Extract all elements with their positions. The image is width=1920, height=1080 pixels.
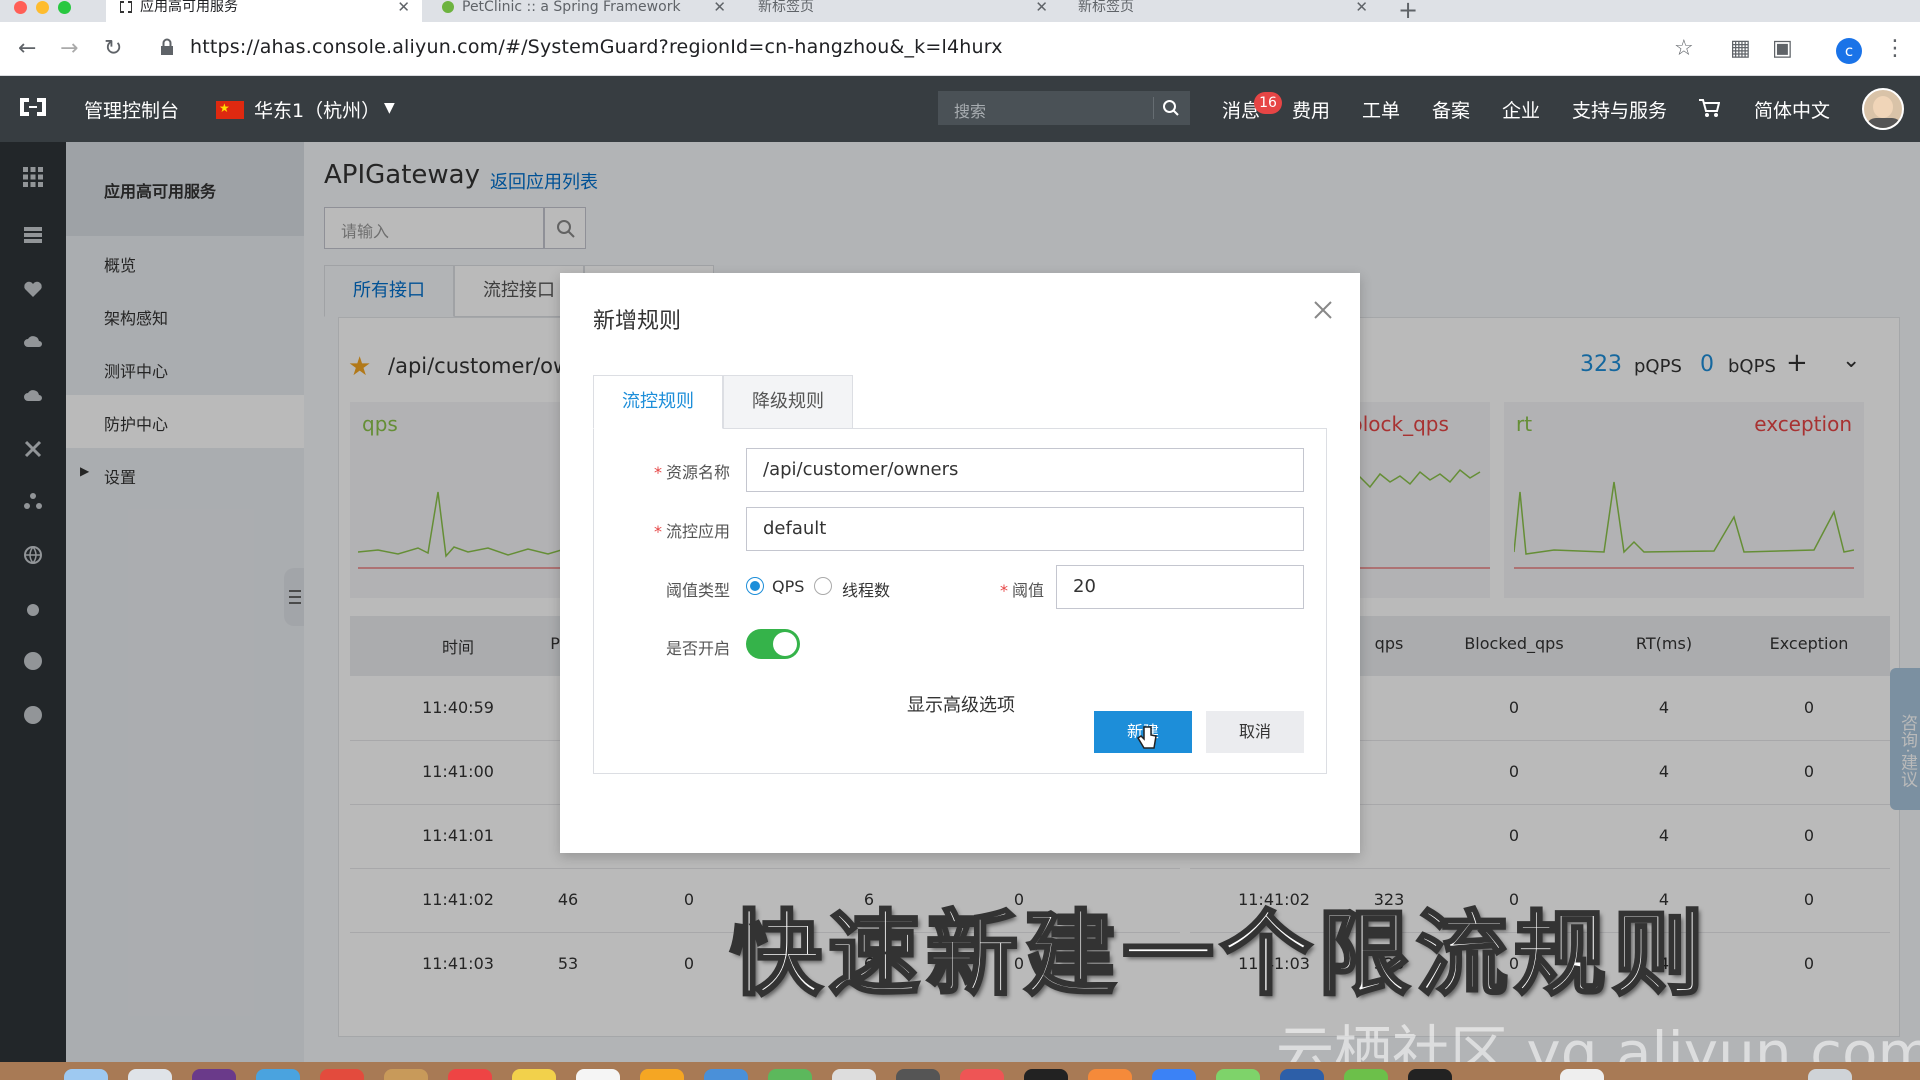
dock-app-icon[interactable]: [256, 1069, 300, 1080]
dock-app-icon[interactable]: [896, 1069, 940, 1080]
nav-billing[interactable]: 费用: [1292, 96, 1330, 123]
cancel-button[interactable]: 取消: [1206, 711, 1304, 753]
dock-app-icon[interactable]: [448, 1069, 492, 1080]
close-tab-icon[interactable]: ✕: [1355, 0, 1368, 15]
dock-app-icon[interactable]: [320, 1069, 364, 1080]
dock-app-icon[interactable]: [1088, 1069, 1132, 1080]
dock-app-icon[interactable]: [1344, 1069, 1388, 1080]
label-text: 阈值: [1011, 581, 1044, 600]
close-tab-icon[interactable]: ✕: [713, 0, 726, 15]
browser-tab-title: 新标签页: [758, 0, 814, 15]
dock-app-icon[interactable]: [384, 1069, 428, 1080]
aliyun-favicon-icon: [120, 1, 132, 13]
new-tab-button[interactable]: +: [1398, 0, 1418, 24]
dock-app-icon[interactable]: [128, 1069, 172, 1080]
message-count-badge: 16: [1254, 92, 1282, 114]
resource-name-input[interactable]: /api/customer/owners: [746, 448, 1304, 492]
tab-degrade-rule[interactable]: 降级规则: [723, 375, 853, 429]
macos-dock: [0, 1062, 1920, 1080]
threshold-input[interactable]: 20: [1056, 565, 1304, 609]
window-minimize-button[interactable]: [36, 1, 49, 14]
language-selector[interactable]: 简体中文: [1754, 96, 1830, 123]
enabled-label: 是否开启: [665, 639, 730, 658]
china-flag-icon: ★: [216, 101, 244, 119]
bookmark-star-icon[interactable]: ☆: [1674, 36, 1694, 61]
browser-tab-title: PetClinic :: a Spring Framework: [462, 0, 681, 15]
radio-thread-count[interactable]: [814, 577, 832, 595]
console-search-input[interactable]: 搜索: [938, 91, 1190, 125]
extensions-icon[interactable]: ▦: [1730, 36, 1751, 61]
extension-square-icon[interactable]: ▣: [1772, 36, 1793, 61]
console-top-bar: 管理控制台 ★ 华东1（杭州） ▼ 搜索 消息 费用 工单 备案 企业 支持与服…: [0, 76, 1920, 142]
dock-app-icon[interactable]: [704, 1069, 748, 1080]
browser-tab-title: 新标签页: [1078, 0, 1134, 15]
close-tab-icon[interactable]: ✕: [397, 0, 410, 15]
dock-app-icon[interactable]: [640, 1069, 684, 1080]
dialog-title: 新增规则: [593, 309, 682, 334]
chevron-down-icon[interactable]: ▼: [384, 100, 395, 116]
forward-icon[interactable]: →: [60, 36, 78, 61]
menu-kebab-icon[interactable]: ⋮: [1884, 36, 1906, 61]
dock-app-icon[interactable]: [768, 1069, 812, 1080]
url-field[interactable]: https://ahas.console.aliyun.com/#/System…: [190, 36, 1003, 58]
radio-qps-label: QPS: [772, 577, 805, 596]
browser-tab-title: 应用高可用服务: [140, 0, 238, 15]
browser-tab-2[interactable]: PetClinic :: a Spring Framework ✕: [428, 0, 738, 22]
close-icon[interactable]: [1308, 295, 1338, 325]
dock-app-icon[interactable]: [1280, 1069, 1324, 1080]
search-placeholder: 搜索: [954, 102, 987, 121]
close-tab-icon[interactable]: ✕: [1035, 0, 1048, 15]
dock-app-icon[interactable]: [1152, 1069, 1196, 1080]
reload-icon[interactable]: ↻: [104, 36, 122, 61]
cart-icon[interactable]: [1698, 98, 1720, 118]
profile-avatar[interactable]: c: [1836, 38, 1862, 64]
dock-app-icon[interactable]: [960, 1069, 1004, 1080]
resource-name-label: * 资源名称: [653, 463, 730, 482]
dock-app-icon[interactable]: [512, 1069, 556, 1080]
search-icon[interactable]: [1162, 99, 1180, 117]
flow-app-input[interactable]: default: [746, 507, 1304, 551]
threshold-label: * 阈值: [999, 581, 1044, 600]
dock-app-icon[interactable]: [576, 1069, 620, 1080]
hand-cursor-icon: [1136, 726, 1157, 749]
aliyun-logo-icon[interactable]: [18, 96, 48, 118]
console-home-link[interactable]: 管理控制台: [84, 96, 179, 123]
dock-app-icon[interactable]: [1024, 1069, 1068, 1080]
threshold-type-label: 阈值类型: [665, 581, 730, 600]
label-text: 资源名称: [665, 463, 730, 482]
nav-enterprise[interactable]: 企业: [1502, 96, 1540, 123]
nav-icp[interactable]: 备案: [1432, 96, 1470, 123]
window-zoom-button[interactable]: [58, 1, 71, 14]
dock-trash-icon[interactable]: [1808, 1069, 1852, 1080]
flow-rule-form: * 资源名称 /api/customer/owners * 流控应用 default…: [593, 428, 1327, 774]
radio-thread-count-label: 线程数: [842, 581, 891, 600]
dock-app-icon[interactable]: [64, 1069, 108, 1080]
flow-app-label: * 流控应用: [653, 522, 730, 541]
user-avatar[interactable]: [1862, 88, 1904, 130]
dock-app-icon[interactable]: [1408, 1069, 1452, 1080]
video-caption: 快速新建一个限流规则: [728, 900, 1711, 1010]
radio-qps[interactable]: [746, 577, 764, 595]
browser-tab-4[interactable]: 新标签页 ✕: [1064, 0, 1380, 22]
nav-tickets[interactable]: 工单: [1362, 96, 1400, 123]
label-text: 流控应用: [665, 522, 730, 541]
region-selector[interactable]: 华东1（杭州）: [254, 96, 380, 123]
dock-app-icon[interactable]: [1560, 1069, 1604, 1080]
dock-app-icon[interactable]: [1216, 1069, 1260, 1080]
browser-tab-bar: 应用高可用服务 ✕ PetClinic :: a Spring Framewor…: [0, 0, 1920, 24]
back-icon[interactable]: ←: [18, 36, 36, 61]
nav-support[interactable]: 支持与服务: [1572, 96, 1667, 123]
dock-app-icon[interactable]: [832, 1069, 876, 1080]
browser-address-bar: ← → ↻ https://ahas.console.aliyun.com/#/…: [0, 22, 1920, 76]
tab-flow-rule[interactable]: 流控规则: [593, 375, 723, 429]
window-close-button[interactable]: [14, 1, 27, 14]
search-divider: [1153, 97, 1154, 119]
enabled-toggle[interactable]: [746, 629, 800, 659]
spring-leaf-icon: [442, 1, 454, 13]
browser-tab-1[interactable]: 应用高可用服务 ✕: [106, 0, 422, 22]
dock-app-icon[interactable]: [192, 1069, 236, 1080]
lock-icon: [161, 38, 173, 55]
new-rule-dialog: 新增规则 流控规则 降级规则 * 资源名称 /api/customer/owner…: [560, 273, 1360, 853]
browser-tab-3[interactable]: 新标签页 ✕: [744, 0, 1060, 22]
